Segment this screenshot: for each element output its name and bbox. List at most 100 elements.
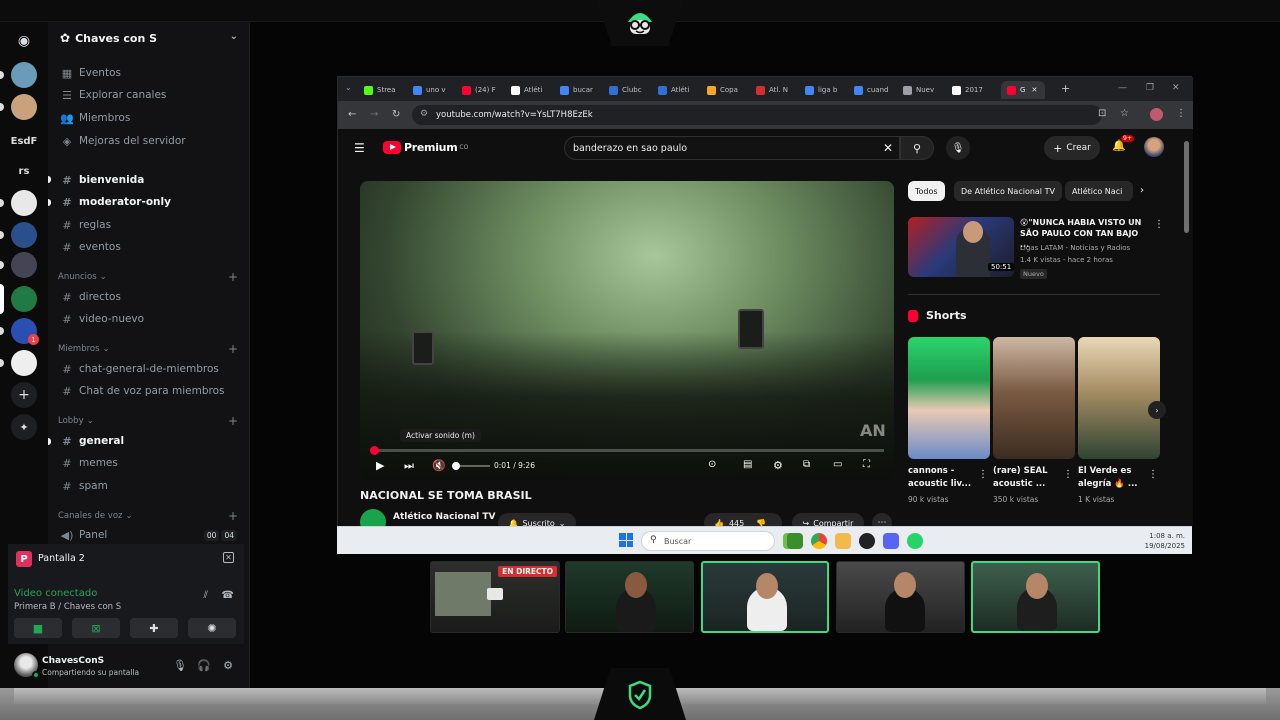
category-anuncios[interactable]: Anuncios ⌄ +	[58, 270, 240, 284]
sidebar-link-explore[interactable]: ☰ Explorar canales	[58, 85, 238, 105]
progress-bar[interactable]	[370, 446, 884, 455]
clear-search-icon[interactable]: ✕	[883, 141, 893, 155]
tab-active[interactable]: G ✕	[1001, 81, 1045, 99]
taskbar-app-icon[interactable]	[787, 533, 803, 549]
youtube-logo[interactable]: Premium CO	[383, 141, 468, 154]
file-explorer-icon[interactable]	[835, 533, 851, 549]
browser-tab[interactable]: Atléti	[511, 81, 557, 99]
video-player[interactable]: AN Activar sonido (m) ▶ ⏭ 🔇 0:01 / 9:26 …	[360, 181, 894, 481]
short-title[interactable]: cannons - acoustic liv...	[908, 465, 978, 491]
search-button[interactable]: ⚲	[900, 136, 934, 160]
share-button[interactable]: ↪ Compartir	[792, 513, 864, 527]
subscribed-button[interactable]: 🔔 Suscrito ⌄	[498, 513, 576, 527]
camera-button[interactable]: ■	[14, 618, 62, 638]
add-channel-icon[interactable]: +	[228, 270, 238, 284]
server-avatar-1[interactable]	[11, 62, 37, 88]
account-avatar[interactable]	[1144, 137, 1164, 157]
kebab-menu-icon[interactable]: ⋮	[1063, 469, 1073, 480]
voice-search-button[interactable]: 🎙	[946, 136, 970, 160]
close-icon[interactable]: ✕	[223, 552, 234, 563]
browser-tab[interactable]: Nuev	[903, 81, 949, 99]
channel-memes[interactable]: # memes	[58, 453, 238, 473]
channel-chat-general-de-miembros[interactable]: # chat-general-de-miembros	[58, 359, 238, 379]
whatsapp-icon[interactable]	[907, 533, 923, 549]
browser-tab[interactable]: Copa	[707, 81, 753, 99]
soundboard-button[interactable]: ✺	[188, 618, 236, 638]
theater-mode-icon[interactable]: ▭	[833, 459, 842, 470]
webcam-participant-selected[interactable]	[971, 561, 1100, 633]
scrollbar-thumb[interactable]	[1184, 141, 1189, 233]
add-channel-icon[interactable]: +	[228, 509, 238, 523]
channel-spam[interactable]: # spam	[58, 476, 238, 496]
add-channel-icon[interactable]: +	[228, 414, 238, 428]
browser-tab[interactable]: Atl. N	[756, 81, 802, 99]
channel-general[interactable]: # general	[58, 431, 238, 451]
page-scrollbar[interactable]	[1184, 137, 1189, 517]
shield-crest-icon[interactable]	[11, 252, 37, 278]
microphone-icon[interactable]: 🎙	[173, 659, 187, 673]
server-text-icon[interactable]: EsdF	[11, 128, 38, 154]
webcam-participant-selected[interactable]	[701, 561, 829, 633]
server-avatar-2[interactable]	[11, 94, 37, 120]
channel-directos[interactable]: # directos	[58, 287, 238, 307]
channel-reglas[interactable]: # reglas	[58, 215, 238, 235]
play-icon[interactable]: ▶	[376, 459, 384, 472]
share-screen-button[interactable]: ⊠	[72, 618, 120, 638]
browser-tab[interactable]: 2017	[952, 81, 998, 99]
like-button[interactable]: 👍 445 👎	[704, 513, 782, 527]
restore-icon[interactable]: ❐	[1146, 83, 1154, 93]
category-miembros[interactable]: Miembros ⌄ +	[58, 342, 240, 356]
kebab-menu-icon[interactable]: ⋮	[1176, 108, 1186, 119]
windows-start-icon[interactable]	[619, 533, 633, 547]
taskbar-search[interactable]: ⚲ Buscar	[641, 531, 775, 551]
browser-tab[interactable]: (24) F	[462, 81, 508, 99]
autoplay-toggle-icon[interactable]: ⊙	[708, 459, 716, 470]
back-icon[interactable]: ←	[348, 109, 356, 120]
browser-tab[interactable]: Clubc	[609, 81, 655, 99]
sidebar-link-boosts[interactable]: ◈ Mejoras del servidor	[58, 131, 238, 151]
youtube-search-input[interactable]: banderazo en sao paulo ✕	[564, 136, 900, 160]
dark-crest-icon[interactable]	[11, 350, 37, 376]
webcam-participant[interactable]	[836, 561, 965, 633]
subtitles-icon[interactable]: ▤	[743, 459, 752, 470]
kebab-menu-icon[interactable]: ⋮	[1148, 469, 1158, 480]
hamburger-menu-icon[interactable]: ☰	[354, 141, 365, 155]
discord-home-icon[interactable]: ◉	[11, 28, 37, 54]
chip-from-channel[interactable]: De Atlético Nacional TV	[954, 181, 1062, 201]
chip-related[interactable]: Atlético Naci	[1065, 181, 1133, 201]
sidebar-link-events[interactable]: ▦ Eventos	[58, 63, 238, 83]
new-tab-icon[interactable]: +	[1061, 82, 1070, 95]
close-window-icon[interactable]: ✕	[1172, 83, 1180, 93]
disconnect-icon[interactable]: ☎	[222, 590, 234, 601]
recommendation-channel[interactable]: Ligas LATAM - Noticias y Radios	[1020, 244, 1130, 252]
volume-slider[interactable]	[452, 462, 490, 470]
activity-button[interactable]: ✚	[130, 618, 178, 638]
taskbar-clock[interactable]: 1:08 a. m. 19/08/2025	[1139, 531, 1185, 551]
more-actions-icon[interactable]: ⋯	[872, 513, 892, 527]
channel-bienvenida[interactable]: # bienvenida	[58, 170, 238, 190]
fullscreen-icon[interactable]: ⛶	[863, 459, 870, 470]
add-server-icon[interactable]: +	[11, 382, 37, 408]
channel-chat-de-voz-para-miembros[interactable]: # Chat de voz para miembros	[58, 381, 238, 401]
category-lobby[interactable]: Lobby ⌄ +	[58, 414, 240, 428]
channel-moderator-only[interactable]: # moderator-only	[58, 192, 238, 212]
install-app-icon[interactable]: ⊡	[1098, 108, 1106, 119]
bookmark-star-icon[interactable]: ☆	[1120, 108, 1129, 119]
short-thumbnail[interactable]	[1078, 337, 1160, 459]
browser-tab[interactable]: liga b	[805, 81, 851, 99]
server-text-icon[interactable]: rs	[11, 158, 37, 184]
muted-volume-icon[interactable]: 🔇	[432, 459, 446, 472]
noise-suppression-icon[interactable]: ⫽	[204, 590, 208, 601]
browser-tab[interactable]: uno v	[413, 81, 459, 99]
channel-avatar[interactable]	[360, 509, 386, 527]
progress-scrubber[interactable]	[370, 446, 379, 455]
browser-tab[interactable]: Atléti	[658, 81, 704, 99]
next-video-icon[interactable]: ⏭	[404, 459, 414, 473]
browser-tab[interactable]: cuand	[854, 81, 900, 99]
short-title[interactable]: El Verde es alegría 🔥 ...	[1078, 465, 1148, 491]
voice-status[interactable]: Video conectado	[14, 588, 97, 599]
headphones-icon[interactable]: 🎧	[197, 659, 211, 673]
short-title[interactable]: (rare) SEAL acoustic ...	[993, 465, 1063, 491]
chaves-server-icon[interactable]	[11, 286, 37, 312]
sidebar-link-members[interactable]: 👥 Miembros	[58, 108, 238, 128]
